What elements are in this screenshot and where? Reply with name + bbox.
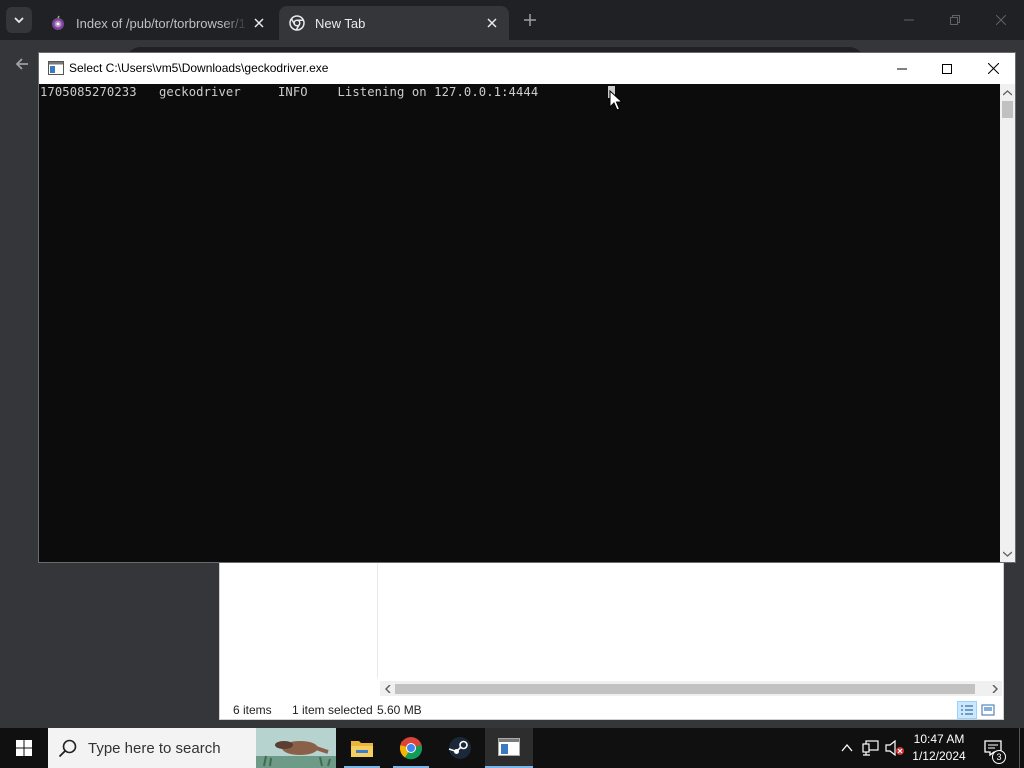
status-bar: 6 items 1 item selected 5.60 MB [220,700,1003,720]
tab-close-icon[interactable] [481,12,503,34]
tab-title: New Tab [315,15,366,31]
console-title-bar[interactable]: Select C:\Users\vm5\Downloads\geckodrive… [39,53,1015,84]
browser-tab-tor-index[interactable]: Index of /pub/tor/torbrowser/1 [40,6,276,40]
scrollbar-thumb[interactable] [1002,101,1013,118]
details-view-icon [961,705,973,715]
volume-button[interactable] [884,728,906,768]
details-view-button[interactable] [957,701,977,719]
file-explorer-icon [351,741,373,757]
network-icon [862,740,879,756]
large-icons-view-button[interactable] [978,701,998,719]
restore-icon [950,15,960,25]
mouse-pointer-icon [609,90,623,111]
console-output[interactable]: 1705085270233 geckodriver INFO Listening… [39,84,1000,562]
search-placeholder: Type here to search [88,740,221,757]
chrome-icon [289,15,305,31]
scrollbar-thumb[interactable] [395,684,975,694]
close-icon [996,15,1006,25]
vertical-scrollbar[interactable] [1000,84,1015,562]
show-desktop-button[interactable] [1019,728,1024,768]
tab-title: Index of /pub/tor/torbrowser/1 [76,15,246,31]
console-app-icon [48,61,64,75]
scroll-down-icon[interactable] [1000,545,1015,562]
console-icon [498,738,520,756]
tab-search-button[interactable] [6,7,32,33]
windows-logo-icon [16,740,32,756]
console-minimize-button[interactable] [879,53,925,84]
arrow-left-icon [15,58,28,70]
clock-date: 1/12/2024 [912,749,966,763]
horizontal-scrollbar[interactable] [380,681,1002,696]
file-explorer-window: 6 items 1 item selected 5.60 MB [219,562,1004,720]
maximize-icon [942,63,952,74]
new-tab-button[interactable] [519,9,541,31]
taskbar-chrome[interactable] [387,728,435,768]
browser-close-button[interactable] [978,0,1024,40]
taskbar-console[interactable] [485,728,533,768]
search-icon [58,739,77,758]
minimize-icon [904,19,914,21]
taskbar-search-box[interactable]: Type here to search [48,728,336,768]
minimize-icon [897,68,907,69]
browser-minimize-button[interactable] [886,0,932,40]
browser-tab-new-tab[interactable]: New Tab [279,6,509,40]
chrome-icon [399,737,423,760]
browser-tab-strip: Index of /pub/tor/torbrowser/1 New Tab [0,0,1024,40]
scroll-left-icon[interactable] [380,681,395,696]
navigation-pane[interactable] [220,563,378,678]
plus-icon [524,14,536,26]
network-button[interactable] [860,728,882,768]
chevron-up-icon [841,744,853,752]
taskbar-file-explorer[interactable] [338,728,386,768]
console-output-line: 1705085270233 geckodriver INFO Listening… [40,85,539,99]
steam-icon [448,737,471,759]
selection-count: 1 item selected [292,703,373,717]
volume-muted-icon [885,740,904,756]
item-count: 6 items [233,703,272,717]
search-highlight-illustration [256,728,336,768]
console-maximize-button[interactable] [924,53,970,84]
console-window: Select C:\Users\vm5\Downloads\geckodrive… [38,52,1016,563]
close-icon [987,63,999,74]
chevron-down-icon [14,17,24,24]
taskbar: Type here to search 10:47 AM 1/12/2024 3 [0,728,1024,768]
notification-count-badge: 3 [992,750,1006,764]
tor-onion-icon [52,15,64,30]
scroll-right-icon[interactable] [987,681,1002,696]
start-button[interactable] [0,728,48,768]
clock-time: 10:47 AM [913,732,965,746]
show-hidden-icons-button[interactable] [838,728,856,768]
large-icons-view-icon [981,704,995,716]
console-title: Select C:\Users\vm5\Downloads\geckodrive… [69,61,329,75]
console-close-button[interactable] [970,53,1016,84]
selection-size: 5.60 MB [377,703,422,717]
scroll-up-icon[interactable] [1000,84,1015,101]
browser-restore-button[interactable] [932,0,978,40]
tab-close-icon[interactable] [248,12,270,34]
back-button[interactable] [10,52,34,76]
clock[interactable]: 10:47 AM 1/12/2024 [906,731,972,765]
taskbar-steam[interactable] [436,728,484,768]
